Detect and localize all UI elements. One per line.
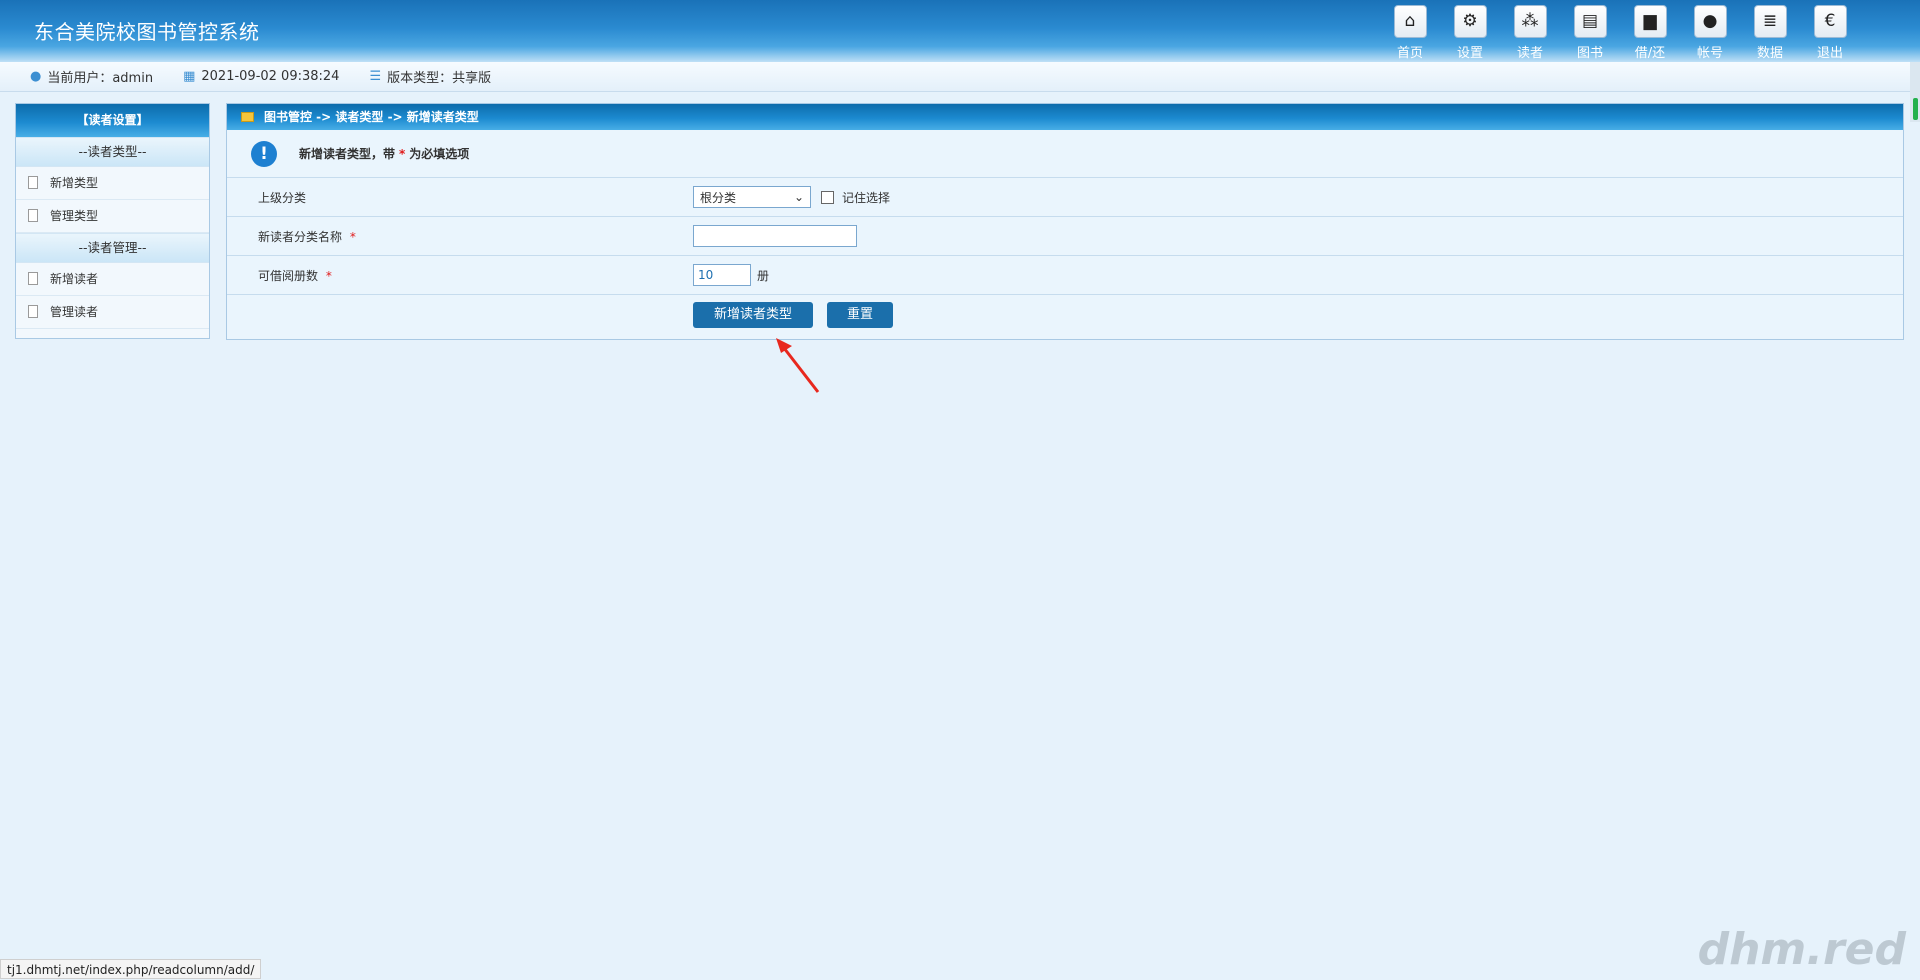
- watermark: dhm.red: [1697, 924, 1906, 975]
- document-icon: [28, 176, 38, 189]
- nav-borrow-return[interactable]: ▆ 借/还: [1620, 5, 1680, 61]
- parent-category-label: 上级分类: [258, 191, 307, 205]
- form-row-name: 新读者分类名称 *: [227, 217, 1903, 256]
- nav-label: 图书: [1576, 46, 1603, 61]
- app-header: 东合美院校图书管控系统 ⌂ 首页 ⚙ 设置 ⁂ 读者 ▤ 图书 ▆ 借/还 ● …: [0, 0, 1920, 62]
- book-icon: ▤: [1573, 5, 1607, 38]
- nav-label: 退出: [1816, 46, 1843, 61]
- sidebar-item-manage-reader[interactable]: 管理读者: [16, 296, 209, 329]
- parent-category-select[interactable]: 根分类 ⌄: [693, 186, 811, 208]
- sidebar-group-header: --读者管理--: [16, 233, 209, 263]
- document-icon: [28, 209, 38, 222]
- list-icon: ☰: [369, 69, 382, 84]
- current-user: ● 当前用户：admin: [30, 67, 153, 86]
- borrow-unit: 册: [757, 268, 770, 283]
- version-type: ☰ 版本类型：共享版: [369, 67, 491, 86]
- required-star: *: [399, 146, 406, 161]
- name-label: 新读者分类名称: [258, 230, 343, 244]
- nav-readers[interactable]: ⁂ 读者: [1500, 5, 1560, 61]
- sidebar-item-add-type[interactable]: 新增类型: [16, 167, 209, 200]
- main-panel: 图书管控 -> 读者类型 -> 新增读者类型 ! 新增读者类型，带 * 为必填选…: [226, 103, 1904, 340]
- reset-button[interactable]: 重置: [827, 302, 893, 328]
- sidebar-item-label: 新增读者: [50, 272, 99, 286]
- form-actions: 新增读者类型 重置: [227, 295, 1903, 335]
- nav-account[interactable]: ● 帐号: [1680, 5, 1740, 61]
- notice-prefix: 新增读者类型，带: [299, 147, 396, 161]
- sidebar-item-manage-type[interactable]: 管理类型: [16, 200, 209, 233]
- sidebar-title: 【读者设置】: [16, 104, 209, 137]
- nav-label: 借/还: [1634, 46, 1666, 61]
- borrow-field: 10 册: [693, 264, 769, 286]
- parent-category-field: 根分类 ⌄ 记住选择: [693, 186, 890, 208]
- sidebar-group-header: --读者类型--: [16, 137, 209, 167]
- nav-logout[interactable]: € 退出: [1800, 5, 1860, 61]
- breadcrumb: 图书管控 -> 读者类型 -> 新增读者类型: [227, 104, 1903, 130]
- sidebar-item-label: 管理类型: [50, 209, 99, 223]
- nav-settings[interactable]: ⚙ 设置: [1440, 5, 1500, 61]
- nav-label: 数据: [1756, 46, 1783, 61]
- info-bar: ● 当前用户：admin ▦ 2021-09-02 09:38:24 ☰ 版本类…: [0, 62, 1920, 92]
- user-icon: ●: [30, 69, 42, 84]
- nav-home[interactable]: ⌂ 首页: [1380, 5, 1440, 61]
- form-notice: ! 新增读者类型，带 * 为必填选项: [227, 130, 1903, 178]
- category-name-input[interactable]: [693, 225, 857, 247]
- nav-label: 帐号: [1696, 46, 1723, 61]
- borrow-count-input[interactable]: 10: [693, 264, 751, 286]
- home-icon: ⌂: [1393, 5, 1427, 38]
- form-row-parent: 上级分类 根分类 ⌄ 记住选择: [227, 178, 1903, 217]
- borrow-label: 可借阅册数: [258, 269, 319, 283]
- form-row-borrow: 可借阅册数 * 10 册: [227, 256, 1903, 295]
- nav-label: 首页: [1396, 46, 1423, 61]
- nav-label: 读者: [1516, 46, 1543, 61]
- scrollbar-thumb[interactable]: [1913, 98, 1918, 120]
- borrow-label-wrap: 可借阅册数 *: [258, 267, 336, 284]
- notice-suffix: 为必填选项: [409, 147, 470, 161]
- scrollbar[interactable]: [1910, 62, 1920, 122]
- user-icon: ●: [1693, 5, 1727, 38]
- annotation-arrow-icon: [776, 338, 820, 393]
- sidebar-item-label: 管理读者: [50, 305, 99, 319]
- required-star: *: [349, 230, 356, 244]
- sidebar-item-add-reader[interactable]: 新增读者: [16, 263, 209, 296]
- current-datetime: ▦ 2021-09-02 09:38:24: [183, 69, 339, 84]
- nav-label: 设置: [1456, 46, 1483, 61]
- folder-icon: ▆: [1633, 5, 1667, 38]
- euro-icon: €: [1813, 5, 1847, 38]
- calendar-icon: ▦: [183, 69, 196, 84]
- folder-icon: [241, 112, 254, 122]
- select-value: 根分类: [700, 190, 737, 205]
- sidebar: 【读者设置】 --读者类型-- 新增类型 管理类型 --读者管理-- 新增读者 …: [15, 103, 210, 339]
- add-reader-type-button[interactable]: 新增读者类型: [693, 302, 813, 328]
- breadcrumb-text: 图书管控 -> 读者类型 -> 新增读者类型: [264, 110, 479, 124]
- readers-icon: ⁂: [1513, 5, 1547, 38]
- name-field: [693, 225, 857, 247]
- document-icon: [28, 272, 38, 285]
- info-icon: !: [251, 140, 277, 167]
- app-title: 东合美院校图书管控系统: [34, 20, 260, 44]
- database-icon: ≣: [1753, 5, 1787, 38]
- nav-books[interactable]: ▤ 图书: [1560, 5, 1620, 61]
- remember-checkbox[interactable]: [821, 190, 834, 204]
- status-bar-url: tj1.dhmtj.net/index.php/readcolumn/add/: [0, 959, 262, 979]
- datetime-text: 2021-09-02 09:38:24: [201, 69, 340, 84]
- remember-label: 记住选择: [842, 190, 891, 205]
- nav-data[interactable]: ≣ 数据: [1740, 5, 1800, 61]
- sidebar-item-label: 新增类型: [50, 176, 99, 190]
- name-label-wrap: 新读者分类名称 *: [258, 228, 360, 245]
- current-user-text: 当前用户：admin: [47, 71, 154, 86]
- chevron-down-icon: ⌄: [793, 190, 804, 204]
- required-star: *: [325, 269, 332, 283]
- gear-icon: ⚙: [1453, 5, 1487, 38]
- top-nav: ⌂ 首页 ⚙ 设置 ⁂ 读者 ▤ 图书 ▆ 借/还 ● 帐号 ≣ 数据 € 退出: [1380, 5, 1860, 61]
- version-text: 版本类型：共享版: [387, 71, 492, 86]
- document-icon: [28, 305, 38, 318]
